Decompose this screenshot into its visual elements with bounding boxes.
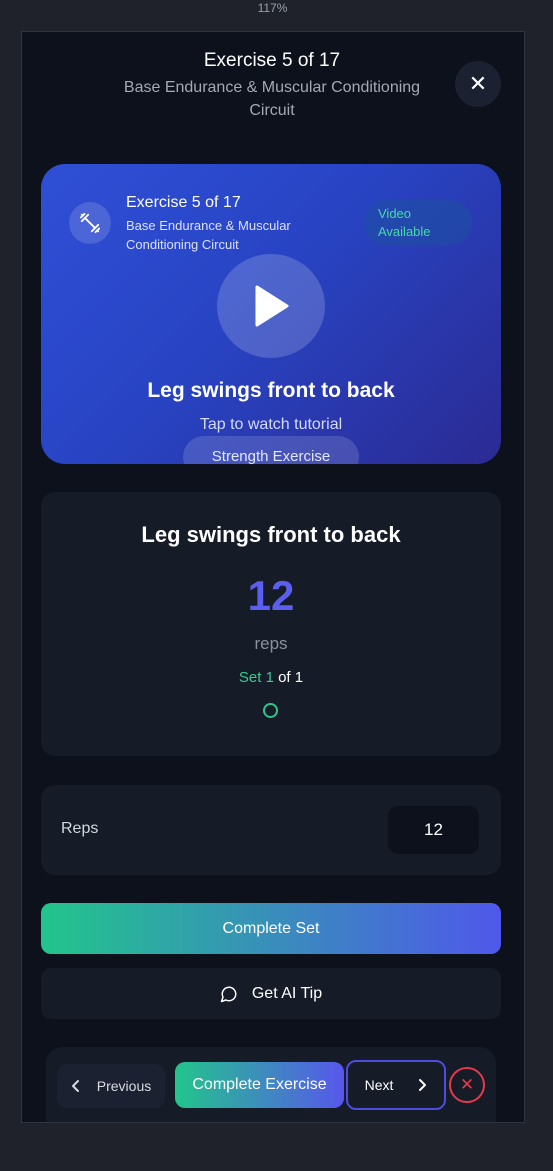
reps-entry-row: Reps: [41, 785, 501, 875]
bottom-navigation: Previous Complete Exercise Next ✕: [46, 1047, 496, 1122]
next-label: Next: [364, 1077, 394, 1093]
modal-header: Exercise 5 of 17 Base Endurance & Muscul…: [22, 32, 524, 142]
target-reps-value: 12: [247, 572, 295, 619]
set-current: 1: [265, 669, 274, 686]
reps-label: Reps: [61, 820, 99, 837]
chat-bubble-icon: [220, 986, 237, 1002]
set-indicator-dot: [263, 703, 278, 718]
chevron-right-icon: [419, 1079, 427, 1091]
previous-label: Previous: [96, 1078, 152, 1094]
exit-workout-button[interactable]: ✕: [449, 1067, 485, 1103]
set-progress-text: Set 1 of 1: [41, 669, 501, 686]
video-exercise-name: Leg swings front to back: [147, 379, 395, 402]
x-icon: ✕: [459, 1075, 475, 1094]
video-available-badge: Video Available: [364, 200, 472, 245]
previous-button[interactable]: Previous: [57, 1064, 165, 1108]
card-workout-name: Base Endurance & Muscular Conditioning C…: [126, 218, 291, 252]
exercise-type-pill: Strength Exercise: [183, 436, 359, 464]
chevron-left-icon: [71, 1080, 79, 1092]
set-label: Set: [238, 669, 262, 686]
exercise-modal: Exercise 5 of 17 Base Endurance & Muscul…: [21, 31, 525, 1123]
dumbbell-icon: [69, 202, 111, 244]
video-tutorial-card[interactable]: Exercise 5 of 17 Base Endurance & Muscul…: [41, 164, 501, 464]
get-ai-tip-button[interactable]: Get AI Tip: [41, 968, 501, 1019]
tap-to-watch-text: Tap to watch tutorial: [199, 416, 343, 433]
complete-exercise-label: Complete Exercise: [192, 1076, 327, 1093]
next-button[interactable]: Next: [346, 1060, 446, 1110]
close-icon: ✕: [468, 71, 488, 96]
card-exercise-counter: Exercise 5 of 17: [126, 194, 241, 211]
modal-subtitle: Base Endurance & Muscular Conditioning C…: [123, 79, 421, 119]
exercise-info-card: Leg swings front to back 12 reps Set 1 o…: [41, 492, 501, 756]
complete-set-button[interactable]: Complete Set: [41, 903, 501, 954]
play-icon: [255, 285, 289, 327]
get-ai-tip-label: Get AI Tip: [251, 984, 323, 1002]
complete-exercise-button[interactable]: Complete Exercise: [175, 1062, 344, 1108]
exercise-name: Leg swings front to back: [141, 522, 401, 547]
close-button[interactable]: ✕: [455, 61, 501, 107]
reps-input[interactable]: [388, 806, 479, 854]
play-button[interactable]: [217, 254, 325, 358]
set-of: of: [278, 669, 291, 686]
set-total: 1: [294, 669, 304, 686]
modal-title: Exercise 5 of 17: [203, 50, 341, 71]
reps-unit-label: reps: [254, 634, 288, 653]
complete-set-label: Complete Set: [222, 919, 320, 937]
zoom-level: 117%: [257, 1, 288, 15]
